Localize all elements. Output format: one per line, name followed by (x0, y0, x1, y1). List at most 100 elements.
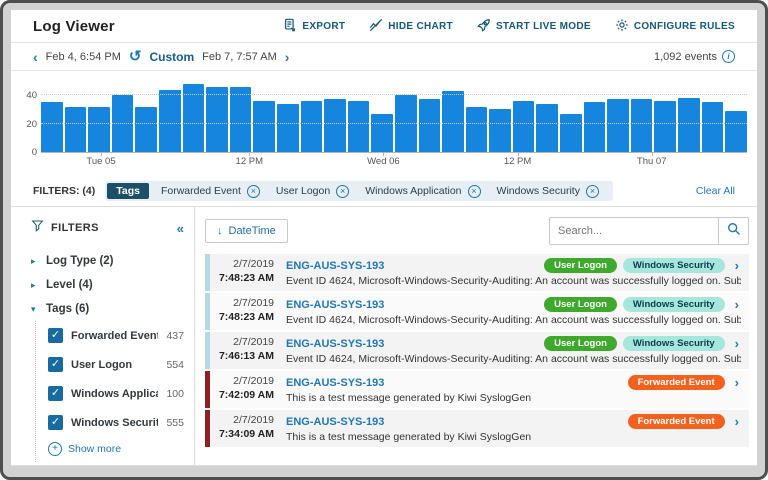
tag-pill-user-logon[interactable]: User Logon (544, 297, 617, 312)
log-host-link[interactable]: ENG-AUS-SYS-193 (286, 416, 384, 428)
histogram-bar[interactable] (135, 107, 157, 152)
remove-filter-icon[interactable]: × (468, 185, 481, 198)
histogram-bar[interactable] (489, 109, 511, 152)
header-action-hide-chart[interactable]: HIDE CHART (369, 18, 453, 35)
tag-pill-windows-security[interactable]: Windows Security (623, 258, 725, 273)
histogram-bar[interactable] (607, 99, 629, 152)
header-action-label: CONFIGURE RULES (634, 21, 735, 32)
log-row[interactable]: 2/7/20197:42:09 AM ENG-AUS-SYS-193 Forward… (205, 371, 749, 408)
histogram-bar[interactable] (230, 87, 252, 152)
log-list-pane: ↓ DateTime 2/7/20197:48:23 AMENG-AUS-SYS… (195, 207, 757, 465)
histogram-bar[interactable] (654, 101, 676, 152)
filter-group-node[interactable]: ▸Node Name (1) (31, 462, 184, 465)
filter-item-count: 100 (166, 388, 184, 400)
collapse-sidebar-icon[interactable]: « (177, 221, 184, 236)
filter-item-label: User Logon (71, 359, 158, 371)
remove-filter-icon[interactable]: × (336, 185, 349, 198)
histogram-bar[interactable] (560, 114, 582, 152)
sort-datetime-button[interactable]: ↓ DateTime (205, 219, 288, 243)
histogram-bar[interactable] (277, 104, 299, 152)
histogram-bar[interactable] (513, 101, 535, 152)
log-row-line1: ENG-AUS-SYS-193 Forwarded Event › (286, 414, 741, 429)
header-action-export[interactable]: EXPORT (283, 18, 345, 35)
checkbox-checked-icon[interactable]: ✓ (48, 386, 63, 401)
filter-item-forwarded-event[interactable]: ✓Forwarded Event437 (48, 321, 184, 350)
chart-x-axis: Tue 0512 PMWed 0612 PMThu 07 (41, 153, 747, 169)
histogram-bar[interactable] (301, 101, 323, 152)
filter-chip[interactable]: Forwarded Event× (153, 184, 264, 199)
filter-chip[interactable]: User Logon × (268, 184, 353, 199)
histogram-bar[interactable] (159, 90, 181, 152)
row-expand-chevron-icon[interactable]: › (731, 336, 741, 351)
histogram-bar[interactable] (324, 99, 346, 152)
tag-pill-forwarded-event[interactable]: Forwarded Event (628, 414, 725, 429)
histogram-bar[interactable] (206, 87, 228, 152)
histogram-bar[interactable] (371, 114, 393, 152)
caret-right-icon[interactable]: ▸ (31, 256, 40, 267)
histogram-bar[interactable] (41, 102, 63, 152)
log-host-link[interactable]: ENG-AUS-SYS-193 (286, 338, 384, 350)
filter-groups: ▸ Log Type (2) ▸Level (4)▾Tags (6)✓Forward… (31, 249, 184, 465)
tag-pill-windows-security[interactable]: Windows Security (623, 336, 725, 351)
filter-chip-label: Windows Application (365, 185, 461, 197)
filter-chip[interactable]: Windows Security× (489, 184, 603, 199)
filter-group-label: Log Type (2) (46, 255, 114, 267)
row-expand-chevron-icon[interactable]: › (731, 414, 741, 429)
histogram-bar[interactable] (678, 98, 700, 152)
histogram-bar[interactable] (536, 104, 558, 152)
histogram-bar[interactable] (253, 101, 275, 152)
histogram-bar[interactable] (631, 99, 653, 152)
histogram-bar[interactable] (419, 99, 441, 152)
clear-all-link[interactable]: Clear All (696, 185, 735, 197)
caret-right-icon[interactable]: ▸ (31, 280, 40, 291)
checkbox-checked-icon[interactable]: ✓ (48, 328, 63, 343)
reset-range-icon[interactable]: ↺ (129, 49, 142, 64)
filter-chip-label: User Logon (276, 185, 330, 197)
tag-pill-user-logon[interactable]: User Logon (544, 258, 617, 273)
histogram-bar[interactable] (584, 102, 606, 152)
range-mode-label[interactable]: Custom (149, 50, 194, 64)
filter-item-windows-application[interactable]: ✓Windows Application100 (48, 379, 184, 408)
filter-group-log[interactable]: ▸ Log Type (2) (31, 249, 184, 273)
log-row[interactable]: 2/7/20197:34:09 AMENG-AUS-SYS-193Forward… (205, 410, 749, 447)
range-next-button[interactable]: › (285, 50, 290, 64)
remove-filter-icon[interactable]: × (586, 185, 599, 198)
search-button[interactable] (718, 218, 748, 244)
header-action-start-live-mode[interactable]: START LIVE MODE (477, 18, 591, 35)
log-row[interactable]: 2/7/20197:48:23 AMENG-AUS-SYS-193User Lo… (205, 293, 749, 330)
tag-pill-user-logon[interactable]: User Logon (544, 336, 617, 351)
tag-pill-windows-security[interactable]: Windows Security (623, 297, 725, 312)
header-action-configure-rules[interactable]: CONFIGURE RULES (615, 18, 735, 35)
info-icon[interactable]: i (722, 50, 735, 63)
histogram-bar[interactable] (702, 102, 724, 152)
tag-pill-forwarded-event[interactable]: Forwarded Event (628, 375, 725, 390)
range-prev-button[interactable]: ‹ (33, 50, 38, 64)
log-host-link[interactable]: ENG-AUS-SYS-193 (286, 260, 384, 272)
histogram-bar[interactable] (725, 111, 747, 152)
gear-icon (615, 18, 629, 35)
row-expand-chevron-icon[interactable]: › (731, 297, 741, 312)
log-datetime: 2/7/20197:42:09 AM (210, 371, 282, 408)
checkbox-checked-icon[interactable]: ✓ (48, 357, 63, 372)
checkbox-checked-icon[interactable]: ✓ (48, 415, 63, 430)
row-expand-chevron-icon[interactable]: › (731, 375, 741, 390)
show-more-link[interactable]: +Show more (48, 437, 184, 462)
remove-filter-icon[interactable]: × (247, 185, 260, 198)
log-host-link[interactable]: ENG-AUS-SYS-193 (286, 299, 384, 311)
caret-down-icon[interactable]: ▾ (31, 304, 40, 315)
histogram-bar[interactable] (466, 107, 488, 152)
log-row[interactable]: 2/7/20197:48:23 AMENG-AUS-SYS-193User Lo… (205, 254, 749, 291)
histogram-bar[interactable] (348, 101, 370, 152)
log-row[interactable]: 2/7/20197:46:13 AMENG-AUS-SYS-193User Lo… (205, 332, 749, 369)
row-expand-chevron-icon[interactable]: › (731, 258, 741, 273)
filter-item-windows-security[interactable]: ✓Windows Security555 (48, 408, 184, 437)
filter-group-tags[interactable]: ▾Tags (6) (31, 297, 184, 321)
log-host-link[interactable]: ENG-AUS-SYS-193 (286, 377, 384, 389)
search-input[interactable] (550, 225, 718, 237)
histogram-bar[interactable] (65, 107, 87, 152)
histogram-bar[interactable] (88, 107, 110, 152)
filter-item-user-logon[interactable]: ✓User Logon554 (48, 350, 184, 379)
filter-group-level[interactable]: ▸Level (4) (31, 273, 184, 297)
histogram-bar[interactable] (442, 91, 464, 152)
filter-chip[interactable]: Windows Application × (357, 184, 484, 199)
